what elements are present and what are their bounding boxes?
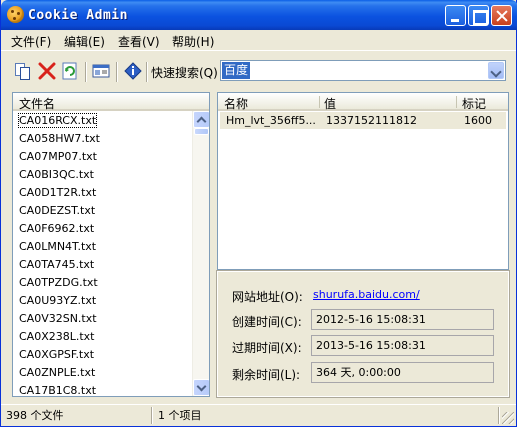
file-name: CA0TPZDG.txt [19,276,98,289]
list-item[interactable]: CA016RCX.txt [13,112,193,130]
file-list[interactable]: 文件名 CA016RCX.txt CA058HW7.txt CA07MP07.txt… [12,92,210,397]
cookie-icon [7,6,24,23]
quick-search-combobox[interactable]: 百度 [220,60,506,81]
file-name: CA058HW7.txt [19,132,100,145]
menu-bar: 文件(F) 编辑(E) 查看(V) 帮助(H) [1,30,516,50]
properties-icon[interactable] [92,62,110,80]
copy-icon[interactable] [14,62,32,80]
menu-help[interactable]: 帮助(H) [172,33,214,50]
file-name: CA0U93YZ.txt [19,294,97,307]
list-item[interactable]: CA0D1T2R.txt [13,184,193,202]
list-item[interactable]: CA0F6962.txt [13,220,193,238]
created-field: 2012-5-16 15:08:31 [311,309,494,330]
cookie-name-cell: Hm_lvt_356ff5... [226,114,316,127]
file-name: CA0LMN4T.txt [19,240,97,253]
close-button[interactable] [491,5,512,26]
status-item-count: 1 个项目 [158,409,202,422]
list-item[interactable]: CA0U93YZ.txt [13,292,193,310]
scroll-thumb[interactable] [194,128,209,135]
created-label: 创建时间(C): [232,315,302,329]
file-name: CA0DEZST.txt [19,204,96,217]
menu-view[interactable]: 查看(V) [118,33,160,50]
column-divider [456,96,457,108]
file-name: CA0BI3QC.txt [19,168,94,181]
file-name: CA0D1T2R.txt [19,186,97,199]
file-list-header: 文件名 [13,93,209,111]
file-name: CA016RCX.txt [17,113,98,128]
list-item[interactable]: CA0DEZST.txt [13,202,193,220]
toolbar-separator [116,62,118,82]
delete-icon[interactable] [38,62,56,80]
menu-file[interactable]: 文件(F) [11,33,51,50]
list-item[interactable]: CA0TPZDG.txt [13,274,193,292]
file-name: CA0ZNPLE.txt [19,366,96,379]
expires-field: 2013-5-16 15:08:31 [311,335,494,356]
site-label: 网站地址(O): [232,290,303,304]
list-item[interactable]: CA0LMN4T.txt [13,238,193,256]
cookie-table-header: 名称 值 标记 [218,93,508,111]
toolbar: 快速搜索(Q) 百度 [1,52,516,88]
scroll-up-button[interactable] [193,111,209,128]
list-item[interactable]: CA0X238L.txt [13,328,193,346]
file-name: CA0X238L.txt [19,330,95,343]
column-filename[interactable]: 文件名 [19,95,55,112]
chevron-down-icon[interactable] [488,62,504,79]
file-name: CA07MP07.txt [19,150,97,163]
list-item[interactable]: CA0V32SN.txt [13,310,193,328]
list-item[interactable]: CA0TA745.txt [13,256,193,274]
resize-grip-icon[interactable] [502,412,514,424]
file-name: CA17B1C8.txt [19,384,97,397]
table-row[interactable]: Hm_lvt_356ff5... 1337152111812 1600 [220,112,506,129]
column-divider [319,96,320,108]
title-bar[interactable]: Cookie Admin [1,0,517,30]
file-list-scrollbar[interactable] [192,111,209,396]
list-item[interactable]: CA07MP07.txt [13,148,193,166]
status-file-count: 398 个文件 [6,409,64,422]
app-window: Cookie Admin 文件(F) 编辑(E) 查看(V) 帮助(H) 快速搜… [0,0,517,427]
maximize-button[interactable] [468,5,489,26]
menu-divider [1,50,516,51]
quick-search-value[interactable]: 百度 [222,62,251,79]
file-name: CA0F6962.txt [19,222,95,235]
list-item[interactable]: CA0ZNPLE.txt [13,364,193,382]
status-bar: 398 个文件 1 个项目 [1,404,516,426]
file-name: CA0V32SN.txt [19,312,97,325]
menu-edit[interactable]: 编辑(E) [64,33,105,50]
cookie-flag-cell: 1600 [464,114,492,127]
list-item[interactable]: CA058HW7.txt [13,130,193,148]
status-separator [498,407,500,424]
window-title: Cookie Admin [28,8,128,23]
expires-label: 过期时间(X): [232,341,302,355]
info-icon[interactable] [124,62,142,80]
remaining-field: 364 天, 0:00:00 [311,362,494,383]
column-value[interactable]: 值 [324,95,336,112]
list-item[interactable]: CA0XGPSF.txt [13,346,193,364]
file-name: CA0XGPSF.txt [19,348,95,361]
cookie-value-cell: 1337152111812 [326,114,417,127]
list-item[interactable]: CA17B1C8.txt [13,382,193,397]
list-item[interactable]: CA0BI3QC.txt [13,166,193,184]
quick-search-label: 快速搜索(Q) [151,66,218,80]
column-name[interactable]: 名称 [224,95,248,112]
toolbar-separator [146,62,148,82]
cookie-table[interactable]: 名称 值 标记 Hm_lvt_356ff5... 1337152111812 1… [217,92,509,270]
remaining-label: 剩余时间(L): [232,368,301,382]
refresh-icon[interactable] [61,62,79,80]
site-url-link[interactable]: shurufa.baidu.com/ [313,288,420,301]
scroll-down-button[interactable] [193,379,209,396]
minimize-button[interactable] [445,5,466,26]
toolbar-separator [85,62,87,82]
status-separator [151,407,153,424]
file-name: CA0TA745.txt [19,258,95,271]
column-flag[interactable]: 标记 [462,95,486,112]
